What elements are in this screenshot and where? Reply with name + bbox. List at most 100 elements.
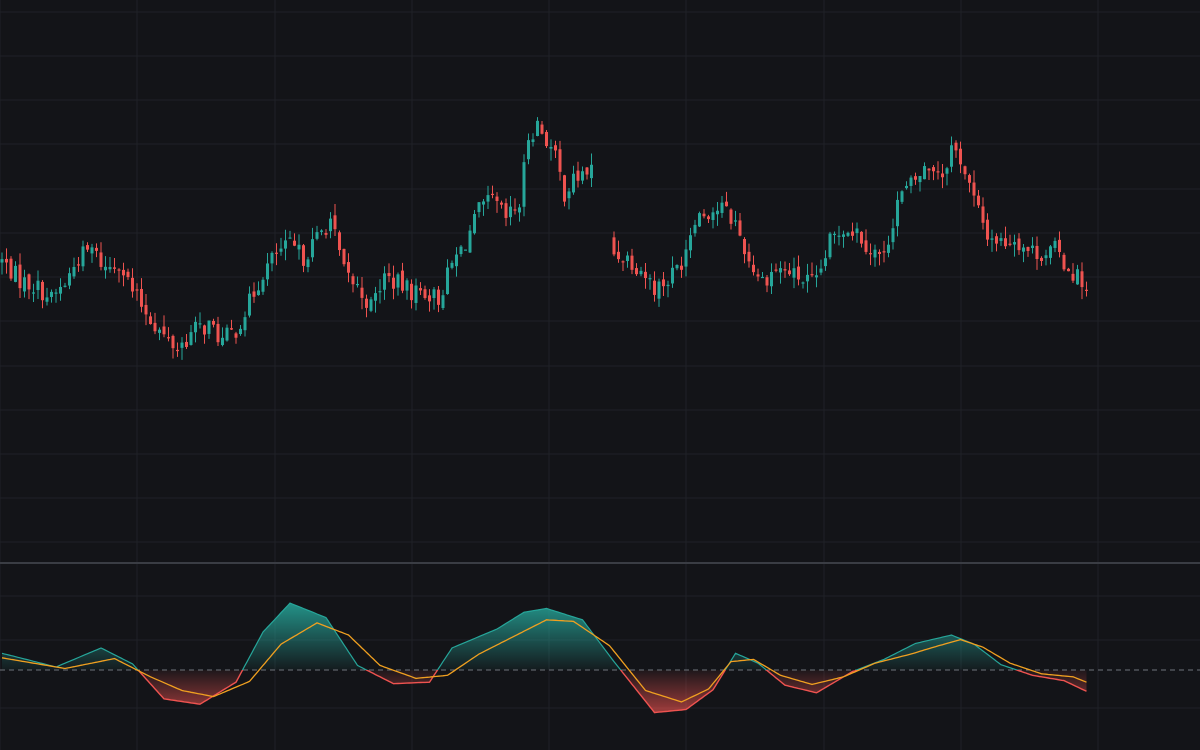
trading-chart[interactable] <box>0 0 1200 750</box>
candle-body <box>275 252 278 254</box>
candle-body <box>1013 242 1016 245</box>
candle-body <box>378 291 382 293</box>
candle-body <box>738 220 742 236</box>
candle-body <box>518 207 521 213</box>
candle-body <box>1035 245 1039 260</box>
candle-body <box>905 185 908 189</box>
candle-body <box>149 316 152 325</box>
candle-body <box>486 195 490 202</box>
candle-body <box>563 175 566 202</box>
candle-body <box>707 216 710 220</box>
candle-body <box>941 173 944 178</box>
candle-body <box>734 220 737 222</box>
candle-body <box>590 164 593 179</box>
candle-body <box>806 274 809 282</box>
candle-body <box>725 201 728 207</box>
candle-body <box>77 264 80 266</box>
candle-body <box>612 237 616 255</box>
candle-body <box>887 244 890 253</box>
candle-body <box>374 293 377 301</box>
candle-body <box>1067 268 1070 272</box>
candle-body <box>504 203 508 218</box>
candle-body <box>509 206 512 218</box>
candle-body <box>1076 269 1079 285</box>
candle-body <box>986 219 989 240</box>
candle-body <box>891 228 895 243</box>
candle-body <box>153 322 157 332</box>
candle-body <box>896 199 899 227</box>
candle-body <box>909 177 913 186</box>
candle-body <box>621 261 625 263</box>
candle-body <box>248 293 251 316</box>
candle-body <box>1058 239 1061 253</box>
candle-body <box>626 255 629 262</box>
candle-body <box>972 182 976 196</box>
candle-body <box>747 251 751 262</box>
chart-root <box>0 0 1200 750</box>
candle-body <box>495 196 499 201</box>
candle-body <box>558 149 562 172</box>
candle-body <box>630 255 634 270</box>
candle-body <box>261 279 265 292</box>
candle-body <box>617 251 620 260</box>
candle-body <box>855 228 859 234</box>
candle-body <box>666 284 670 287</box>
candle-body <box>815 275 818 278</box>
candle-body <box>9 258 13 279</box>
candle-body <box>54 292 58 294</box>
candle-body <box>459 246 463 255</box>
candle-body <box>1071 273 1075 281</box>
candle-body <box>365 298 368 308</box>
candle-body <box>342 248 346 265</box>
candle-body <box>810 274 814 276</box>
candle-body <box>581 171 584 181</box>
candle-body <box>32 292 35 294</box>
candle-body <box>797 266 800 280</box>
candle-body <box>180 342 184 348</box>
candle-body <box>693 224 697 234</box>
candle-body <box>936 171 940 173</box>
candle-body <box>387 273 391 277</box>
candle-body <box>27 274 31 290</box>
candle-body <box>477 202 481 213</box>
candle-body <box>1040 257 1043 262</box>
candle-body <box>932 167 935 172</box>
candle-body <box>644 271 647 279</box>
candle-body <box>833 233 836 236</box>
candle-body <box>176 349 179 352</box>
candle-body <box>635 268 638 275</box>
candle-body <box>99 252 103 267</box>
candle-body <box>684 249 688 267</box>
candle-body <box>428 295 431 302</box>
candle-body <box>396 274 400 288</box>
candle-body <box>779 268 782 273</box>
candle-body <box>243 317 247 331</box>
candle-body <box>257 290 260 296</box>
candle-body <box>545 131 548 147</box>
candle-body <box>752 264 755 273</box>
candle-body <box>68 273 71 286</box>
candle-body <box>306 259 310 268</box>
candle-body <box>320 230 323 232</box>
candle-body <box>414 285 418 303</box>
candle-body <box>756 274 760 277</box>
candle-body <box>203 325 206 335</box>
candle-body <box>63 285 67 287</box>
candle-body <box>878 251 881 254</box>
candle-body <box>720 202 724 213</box>
candle-body <box>585 167 589 175</box>
candle-body <box>1017 238 1021 251</box>
candle-body <box>198 323 202 325</box>
candle-body <box>194 321 197 333</box>
candle-body <box>14 265 17 282</box>
candle-body <box>279 248 283 252</box>
candle-body <box>401 270 404 291</box>
candle-body <box>1022 247 1025 252</box>
candle-body <box>851 231 854 236</box>
candle-body <box>639 270 643 275</box>
candle-body <box>567 191 571 199</box>
candle-body <box>158 329 161 333</box>
candle-body <box>41 281 44 301</box>
candle-body <box>954 142 958 151</box>
candle-body <box>117 269 121 271</box>
